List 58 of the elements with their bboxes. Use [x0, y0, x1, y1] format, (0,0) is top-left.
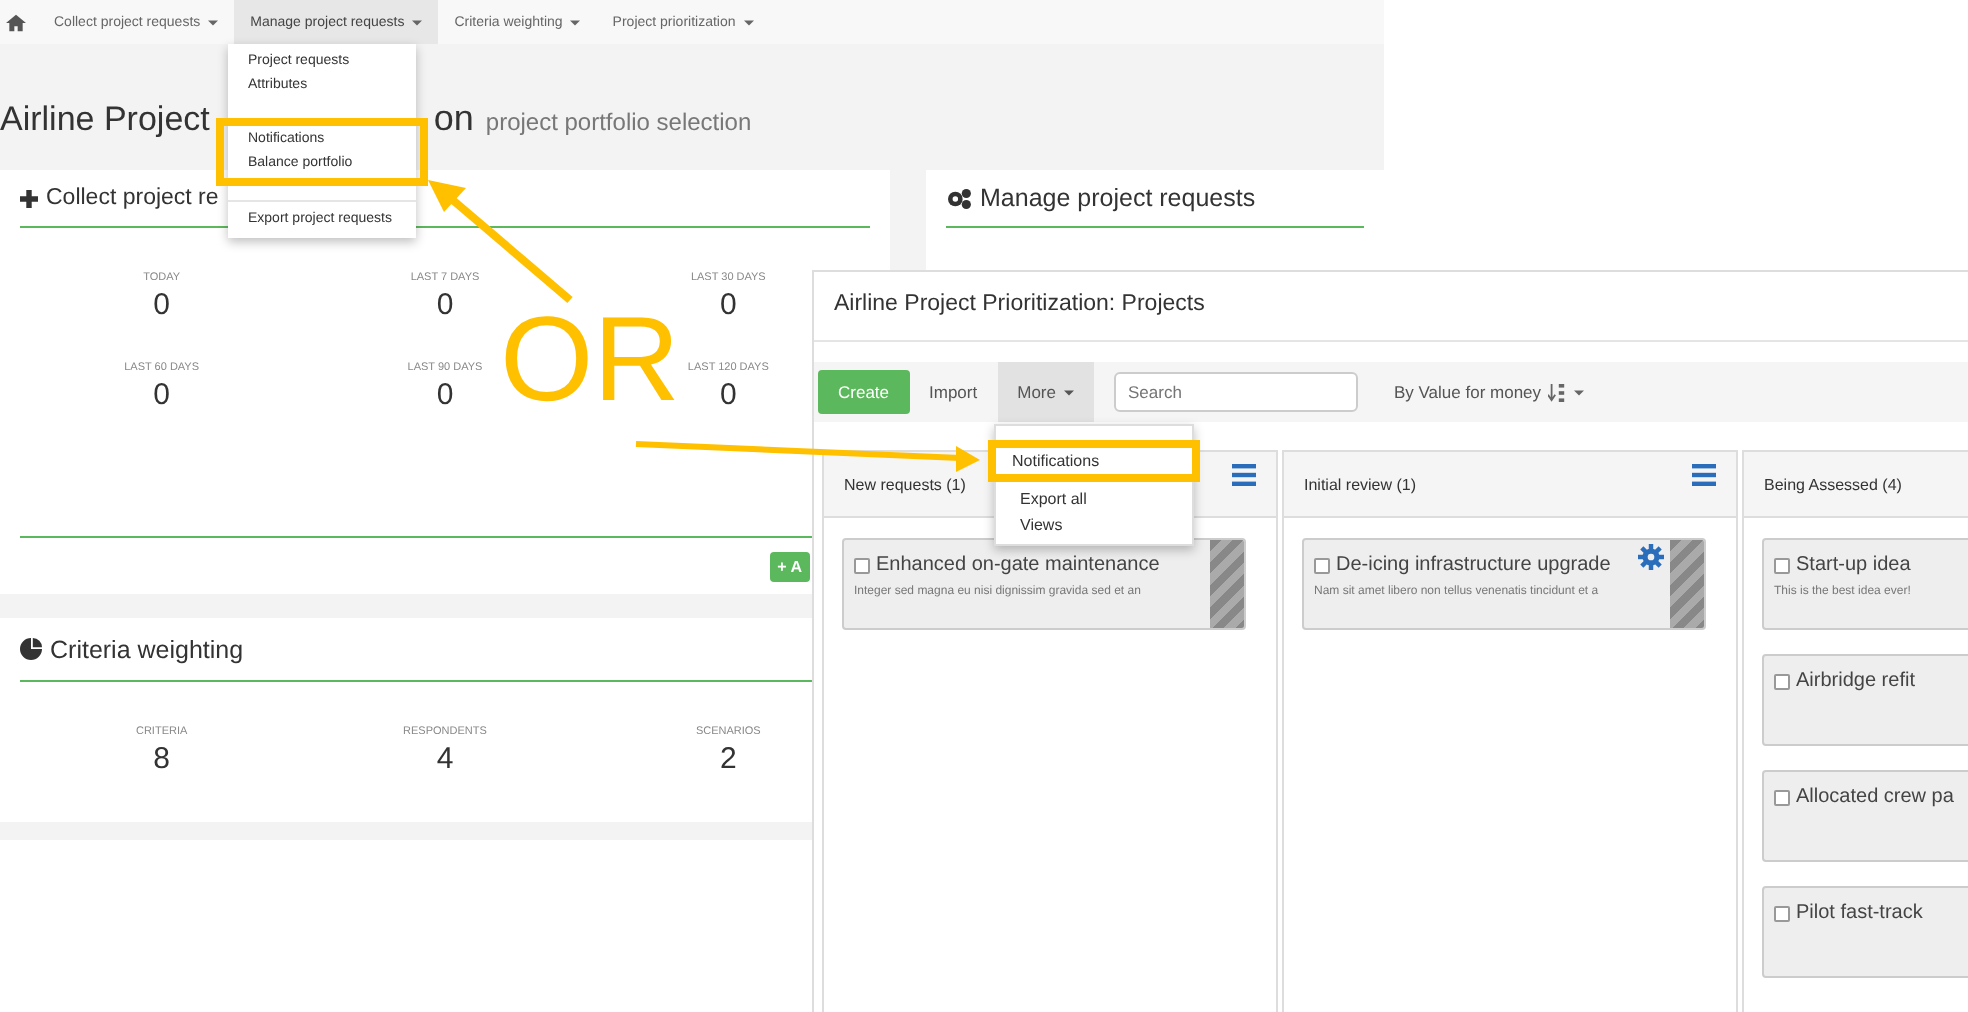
column-title: Initial review (1) — [1304, 475, 1417, 493]
project-card[interactable]: Airbridge refit — [1762, 654, 1968, 746]
checkbox[interactable] — [854, 557, 870, 573]
card-title: Pilot fast-track — [1796, 902, 1923, 924]
stat-value: 8 — [153, 742, 170, 776]
striped-strip — [1210, 540, 1244, 628]
stat-value: 0 — [436, 288, 454, 322]
card-title: Allocated crew pa — [1796, 786, 1954, 808]
more-button[interactable]: More — [997, 362, 1094, 422]
card-title: Enhanced on-gate maintenance — [876, 554, 1160, 576]
gear-icon[interactable] — [1638, 544, 1664, 570]
plus-icon — [20, 189, 38, 207]
home-icon[interactable] — [6, 13, 26, 31]
card-title: Collect project re — [46, 186, 219, 210]
caret-icon — [1063, 389, 1074, 395]
striped-strip — [1670, 540, 1704, 628]
import-button[interactable]: Import — [909, 362, 998, 422]
stat-value: 0 — [719, 288, 737, 322]
stat-value: 2 — [719, 742, 737, 776]
pie-chart-icon — [20, 638, 42, 660]
board-title: Airline Project Prioritization: Projects — [814, 272, 1968, 342]
checkbox[interactable] — [1774, 905, 1790, 921]
caret-icon — [412, 19, 423, 25]
stat-value: 0 — [153, 288, 170, 322]
checkbox[interactable] — [1314, 557, 1330, 573]
card-title: Manage project requests — [980, 184, 1256, 212]
card-title: Airbridge refit — [1796, 670, 1915, 692]
caret-icon — [570, 19, 581, 25]
project-card[interactable]: Allocated crew pa — [1762, 770, 1968, 862]
sort-dropdown[interactable]: By Value for money — [1373, 362, 1604, 422]
stat-value: 0 — [153, 378, 170, 412]
stat-value: 0 — [719, 378, 737, 412]
caret-icon — [1573, 389, 1584, 395]
card-title: Start-up idea — [1796, 554, 1911, 576]
caret-icon — [208, 19, 219, 25]
checkbox[interactable] — [1774, 557, 1790, 573]
stat-value: 0 — [436, 378, 454, 412]
column-title: New requests (1) — [844, 475, 966, 493]
menu-item[interactable]: Views — [996, 512, 1192, 538]
menu-item[interactable]: Export all — [996, 486, 1192, 512]
menu-item[interactable]: Notifications — [996, 448, 1192, 474]
sort-icon — [1547, 383, 1566, 401]
project-card[interactable]: Pilot fast-track — [1762, 886, 1968, 978]
annotation-text: OR — [500, 300, 680, 420]
stat-value: 4 — [436, 742, 454, 776]
page-subtitle: project portfolio selection — [485, 108, 752, 136]
menu-icon[interactable] — [1232, 463, 1256, 485]
page-title: Airline Project — [0, 100, 210, 140]
menu-icon[interactable] — [1692, 463, 1716, 485]
caret-icon — [743, 19, 754, 25]
card-title: De-icing infrastructure upgrade — [1336, 554, 1611, 576]
checkbox[interactable] — [1774, 673, 1790, 689]
page-title: on — [433, 98, 474, 140]
gears-icon — [946, 187, 972, 209]
card-title: Criteria weighting — [50, 635, 244, 663]
column-title: Being Assessed (4) — [1764, 475, 1902, 493]
checkbox[interactable] — [1774, 789, 1790, 805]
search-field[interactable]: Search — [1113, 372, 1358, 412]
